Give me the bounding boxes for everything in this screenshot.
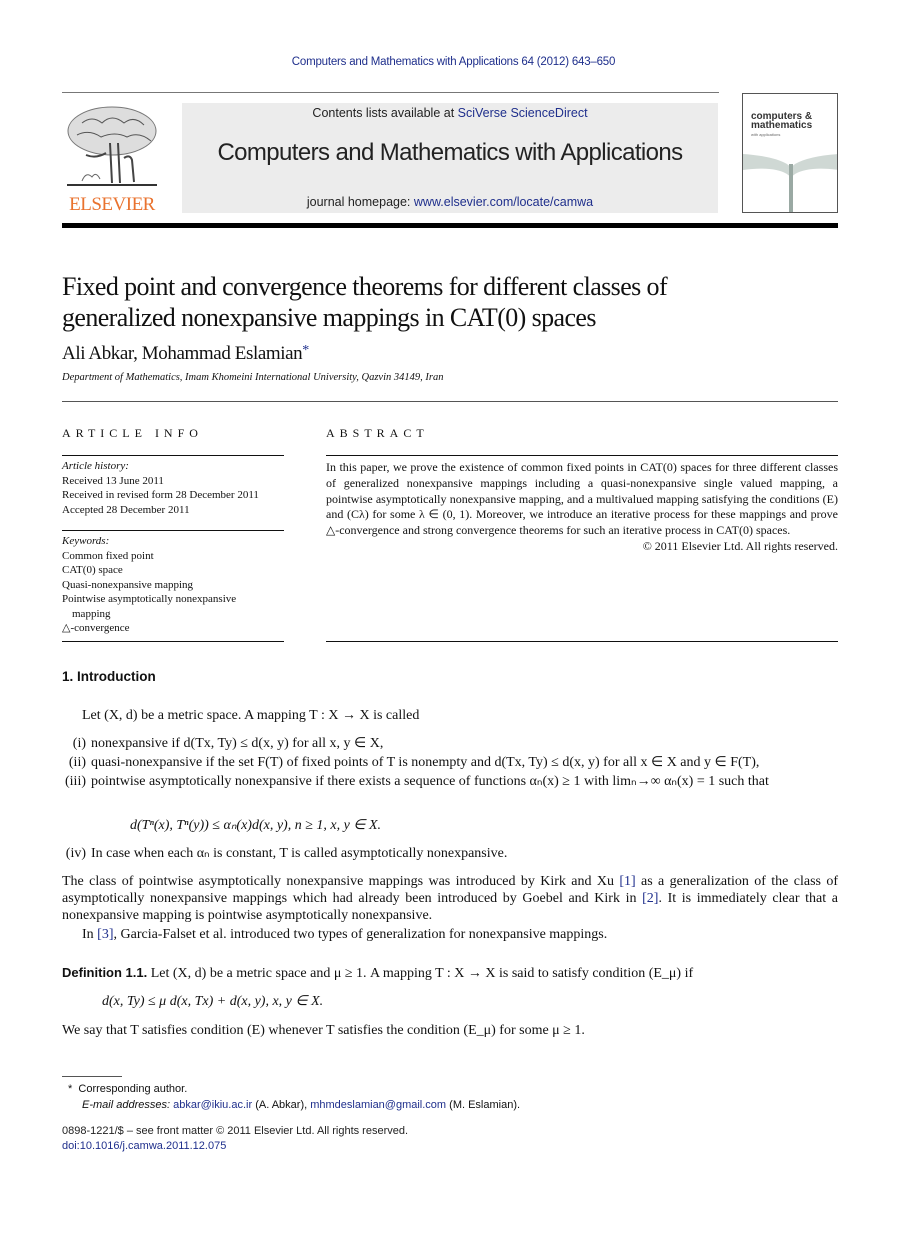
- history-heading: Article history:: [62, 460, 129, 472]
- intro-lead-sentence: Let (X, d) be a metric space. A mapping …: [82, 708, 420, 723]
- keyword-item: Pointwise asymptotically nonexpansive: [62, 593, 237, 605]
- paragraph-text: , Garcia-Falset et al. introduced two ty…: [113, 927, 608, 942]
- paragraph: The class of pointwise asymptotically no…: [62, 873, 838, 924]
- keyword-item: △-convergence: [62, 622, 130, 634]
- email-link-abkar[interactable]: abkar@ikiu.ac.ir: [173, 1099, 252, 1111]
- email-owner: (M. Eslamian).: [446, 1099, 521, 1111]
- abstract-rule: [326, 641, 838, 642]
- item-number: (iii): [65, 774, 86, 789]
- info-rule: [62, 455, 284, 456]
- elsevier-logo[interactable]: ELSEVIER: [62, 103, 162, 215]
- abstract-text: In this paper, we prove the existence of…: [326, 460, 838, 538]
- paragraph: We say that T satisfies condition (E) wh…: [62, 1023, 585, 1038]
- abstract-copyright: © 2011 Elsevier Ltd. All rights reserved…: [642, 538, 838, 553]
- item-text: nonexpansive if d(Tx, Ty) ≤ d(x, y) for …: [91, 736, 384, 751]
- info-rule: [62, 641, 284, 642]
- running-head[interactable]: Computers and Mathematics with Applicati…: [0, 56, 907, 68]
- info-rule: [62, 530, 284, 531]
- paragraph-text: In: [82, 927, 98, 942]
- paragraph-text: The class of pointwise asymptotically no…: [62, 874, 620, 889]
- author-list: Ali Abkar, Mohammad Eslamian*: [62, 343, 309, 365]
- issn-line: 0898-1221/$ – see front matter © 2011 El…: [62, 1125, 409, 1137]
- footnote-text: Corresponding author.: [78, 1083, 188, 1095]
- equation-condition-e: d(x, Ty) ≤ μ d(x, Tx) + d(x, y), x, y ∈ …: [102, 994, 324, 1009]
- corresponding-author-marker[interactable]: *: [302, 343, 309, 358]
- journal-name: Computers and Mathematics with Applicati…: [217, 139, 683, 166]
- definition-label: Definition 1.1.: [62, 965, 148, 980]
- journal-homepage-link[interactable]: www.elsevier.com/locate/camwa: [414, 195, 593, 209]
- article-title: Fixed point and convergence theorems for…: [62, 272, 668, 332]
- abstract-heading: ABSTRACT: [326, 426, 429, 440]
- email-link-eslamian[interactable]: mhmdeslamian@gmail.com: [310, 1099, 446, 1111]
- section-heading-introduction: 1. Introduction: [62, 669, 156, 684]
- keywords: Keywords: Common fixed point CAT(0) spac…: [62, 534, 287, 636]
- affiliation: Department of Mathematics, Imam Khomeini…: [62, 372, 444, 383]
- cover-title-line-2: mathematics: [751, 120, 813, 131]
- definition-1-1: Definition 1.1. Let (X, d) be a metric s…: [62, 964, 838, 982]
- cover-art-icon: [743, 154, 837, 212]
- masthead-top-rule: [62, 92, 719, 93]
- keyword-item: Quasi-nonexpansive mapping: [62, 578, 194, 591]
- contents-prefix: Contents lists available at: [312, 106, 458, 120]
- sciencedirect-link[interactable]: SciVerse ScienceDirect: [458, 106, 588, 120]
- item-text: quasi-nonexpansive if the set F(T) of fi…: [91, 755, 760, 770]
- history-item: Received in revised form 28 December 201…: [62, 489, 259, 501]
- keyword-item-continued: mapping: [72, 607, 111, 620]
- history-item: Received 13 June 2011: [62, 474, 164, 487]
- footnote-corresponding: * Corresponding author.: [68, 1081, 187, 1097]
- homepage-line: journal homepage: www.elsevier.com/locat…: [182, 195, 718, 209]
- elsevier-wordmark: ELSEVIER: [69, 194, 155, 215]
- citation-link[interactable]: [3]: [97, 927, 113, 942]
- abstract-rule: [326, 455, 838, 456]
- journal-banner: Contents lists available at SciVerse Sci…: [182, 103, 718, 213]
- homepage-prefix: journal homepage:: [306, 195, 414, 209]
- item-text: In case when each αₙ is constant, T is c…: [91, 846, 508, 861]
- equation-pointwise-asymptotic: d(Tⁿ(x), Tⁿ(y)) ≤ αₙ(x)d(x, y), n ≥ 1, x…: [130, 818, 382, 833]
- article-history: Article history: Received 13 June 2011 R…: [62, 459, 287, 517]
- keyword-item: Common fixed point: [62, 549, 154, 562]
- item-number: (ii): [68, 755, 86, 770]
- citation-link[interactable]: [2]: [642, 891, 658, 906]
- doi-link[interactable]: doi:10.1016/j.camwa.2011.12.075: [62, 1139, 226, 1154]
- citation-link[interactable]: [1]: [619, 874, 635, 889]
- keywords-heading: Keywords:: [62, 535, 110, 547]
- footnote-rule: [62, 1076, 122, 1077]
- item-number: (i): [72, 736, 86, 751]
- keyword-item: CAT(0) space: [62, 564, 123, 576]
- item-text: pointwise asymptotically nonexpansive if…: [91, 774, 769, 789]
- footnote-emails: E-mail addresses: abkar@ikiu.ac.ir (A. A…: [82, 1097, 520, 1113]
- paragraph: In [3], Garcia-Falset et al. introduced …: [82, 926, 607, 943]
- contents-line: Contents lists available at SciVerse Sci…: [182, 106, 718, 120]
- authors-text: Ali Abkar, Mohammad Eslamian: [62, 343, 303, 364]
- item-number: (iv): [65, 846, 86, 861]
- footnote-star: *: [68, 1083, 73, 1095]
- abstract-body: In this paper, we prove the existence of…: [326, 460, 838, 555]
- email-heading: E-mail addresses:: [82, 1099, 171, 1111]
- elsevier-tree-icon: [67, 106, 157, 186]
- email-owner: (A. Abkar),: [252, 1099, 311, 1111]
- history-item: Accepted 28 December 2011: [62, 503, 190, 516]
- definition-text: Let (X, d) be a metric space and μ ≥ 1. …: [147, 966, 694, 981]
- cover-title: computers & mathematics: [751, 112, 813, 131]
- article-info-heading: ARTICLE INFO: [62, 426, 203, 440]
- journal-cover-thumbnail[interactable]: computers & mathematics with applications: [742, 93, 838, 213]
- masthead-bottom-rule: [62, 223, 838, 228]
- title-rule: [62, 401, 838, 402]
